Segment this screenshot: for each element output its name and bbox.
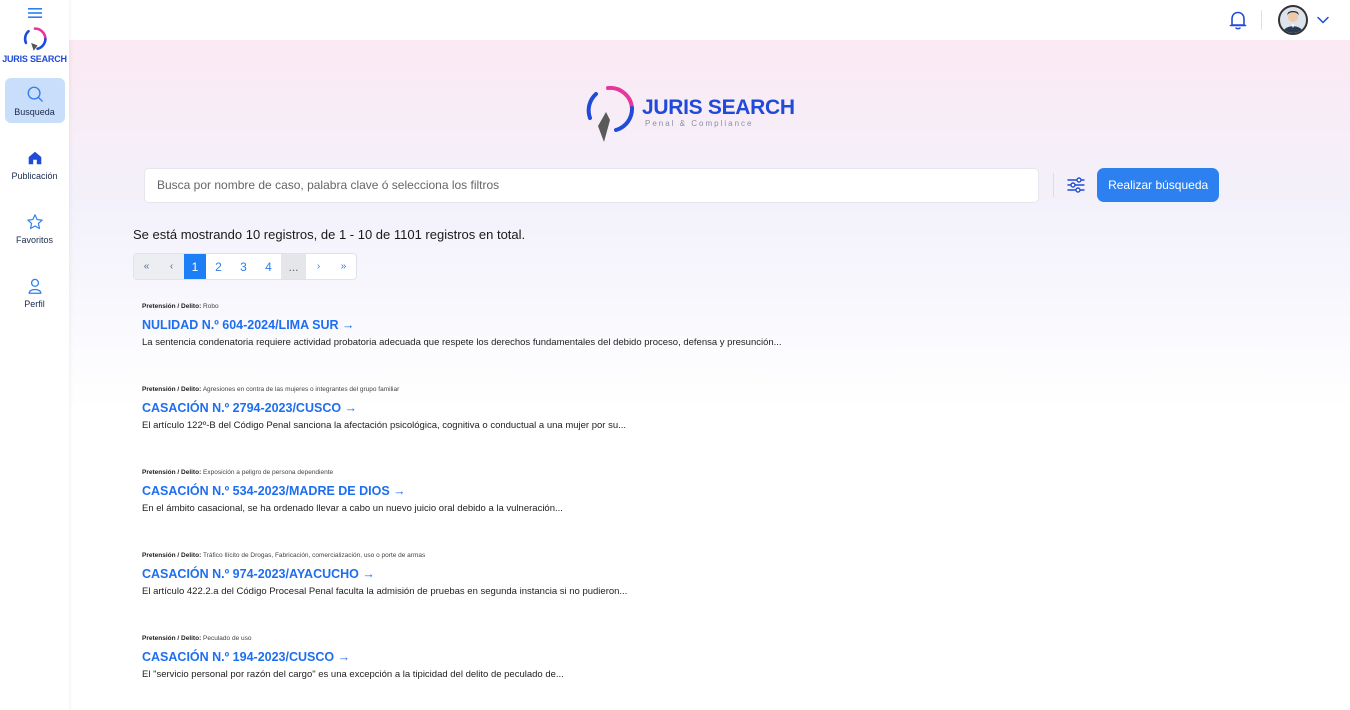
home-icon bbox=[28, 151, 41, 164]
sidebar-item-publicacion[interactable]: Publicación bbox=[5, 142, 65, 187]
sidebar-item-label: Publicación bbox=[11, 170, 58, 181]
pagination: « ‹ 1 2 3 4 ... › » bbox=[133, 253, 357, 280]
result-meta: Pretensión / Delito: Agresiones en contr… bbox=[142, 386, 1042, 393]
avatar-person-icon bbox=[1283, 11, 1303, 33]
result-description: El artículo 422.2.a del Código Procesal … bbox=[142, 586, 628, 597]
result-meta-label: Pretensión / Delito: bbox=[142, 303, 202, 310]
page-prev-button[interactable]: ‹ bbox=[159, 254, 184, 279]
page-button-1[interactable]: 1 bbox=[184, 254, 206, 279]
results-summary: Se está mostrando 10 registros, de 1 - 1… bbox=[133, 227, 526, 242]
arrow-right-icon: → bbox=[389, 484, 406, 498]
page-next-button[interactable]: › bbox=[306, 254, 331, 279]
sidebar-item-favoritos[interactable]: Favoritos bbox=[5, 206, 65, 251]
result-meta-label: Pretensión / Delito: bbox=[142, 552, 202, 559]
result-title: CASACIÓN N.º 974-2023/AYACUCHO bbox=[142, 567, 359, 581]
sidebar-item-busqueda[interactable]: Busqueda bbox=[4, 78, 65, 123]
results-list: Pretensión / Delito: Robo NULIDAD N.º 60… bbox=[142, 303, 1042, 710]
top-header bbox=[69, 0, 1350, 40]
arrow-right-icon: → bbox=[358, 567, 375, 581]
arrow-right-icon: → bbox=[338, 318, 355, 332]
hero-logo: JURIS SEARCH Penal & Compliance bbox=[584, 82, 795, 146]
result-title: CASACIÓN N.º 534-2023/MADRE DE DIOS bbox=[142, 484, 390, 498]
page-button-4[interactable]: 4 bbox=[256, 254, 281, 279]
result-title-link[interactable]: CASACIÓN N.º 974-2023/AYACUCHO → bbox=[142, 567, 1042, 581]
sidebar-logo[interactable]: JURIS SEARCH bbox=[2, 26, 67, 64]
search-separator bbox=[1053, 173, 1055, 197]
page-button-3[interactable]: 3 bbox=[231, 254, 256, 279]
filter-sliders-icon[interactable] bbox=[1066, 175, 1086, 195]
list-item: Pretensión / Delito: Peculado de uso CAS… bbox=[142, 635, 1042, 710]
user-icon bbox=[28, 278, 41, 294]
page-ellipsis: ... bbox=[281, 254, 306, 279]
search-icon bbox=[27, 86, 43, 102]
result-meta-label: Pretensión / Delito: bbox=[142, 469, 202, 476]
search-button[interactable]: Realizar búsqueda bbox=[1097, 168, 1220, 202]
sidebar: JURIS SEARCH Busqueda Publicación Favori… bbox=[0, 0, 69, 710]
result-meta-label: Pretensión / Delito: bbox=[142, 386, 202, 393]
bell-icon[interactable] bbox=[1227, 9, 1249, 31]
result-description: En el ámbito casacional, se ha ordenado … bbox=[142, 503, 563, 514]
arrow-right-icon: → bbox=[341, 401, 358, 415]
list-item: Pretensión / Delito: Agresiones en contr… bbox=[142, 386, 1042, 469]
page-first-button[interactable]: « bbox=[134, 254, 159, 279]
header-divider bbox=[1261, 10, 1262, 30]
juris-search-logo-icon bbox=[23, 27, 47, 51]
result-title-link[interactable]: CASACIÓN N.º 534-2023/MADRE DE DIOS → bbox=[142, 484, 1042, 498]
result-title-link[interactable]: NULIDAD N.º 604-2024/LIMA SUR → bbox=[142, 318, 1042, 332]
hamburger-menu-icon[interactable] bbox=[27, 6, 43, 20]
list-item: Pretensión / Delito: Tráfico Ilícito de … bbox=[142, 552, 1042, 635]
main-content: JURIS SEARCH Penal & Compliance Realizar… bbox=[69, 40, 1350, 710]
result-meta-value: Agresiones en contra de las mujeres o in… bbox=[202, 386, 400, 393]
juris-search-logo-icon bbox=[586, 85, 634, 142]
chevron-down-icon[interactable] bbox=[1316, 13, 1330, 27]
result-meta: Pretensión / Delito: Peculado de uso bbox=[142, 635, 1042, 642]
result-meta-value: Robo bbox=[203, 303, 219, 310]
sidebar-item-label: Busqueda bbox=[14, 106, 55, 117]
result-meta: Pretensión / Delito: Robo bbox=[142, 303, 1042, 310]
list-item: Pretensión / Delito: Robo NULIDAD N.º 60… bbox=[142, 303, 1042, 386]
search-input[interactable] bbox=[144, 167, 1040, 203]
result-title: NULIDAD N.º 604-2024/LIMA SUR bbox=[142, 318, 339, 332]
result-description: El artículo 122º-B del Código Penal sanc… bbox=[142, 420, 627, 431]
list-item: Pretensión / Delito: Exposición a peligr… bbox=[142, 469, 1042, 552]
sidebar-logo-text: JURIS SEARCH bbox=[2, 54, 67, 64]
result-meta-value: Peculado de uso bbox=[203, 635, 252, 642]
result-meta-value: Tráfico Ilícito de Drogas, Fabricación, … bbox=[202, 552, 426, 559]
page-button-2[interactable]: 2 bbox=[206, 254, 231, 279]
result-description: La sentencia condenatoria requiere activ… bbox=[142, 337, 782, 348]
arrow-right-icon: → bbox=[334, 650, 351, 664]
result-meta: Pretensión / Delito: Exposición a peligr… bbox=[142, 469, 1042, 476]
sidebar-item-label: Favoritos bbox=[15, 234, 53, 245]
hero-subtitle: Penal & Compliance bbox=[645, 118, 754, 128]
star-icon bbox=[26, 213, 43, 229]
result-title-link[interactable]: CASACIÓN N.º 2794-2023/CUSCO → bbox=[142, 401, 1042, 415]
result-title: CASACIÓN N.º 194-2023/CUSCO bbox=[142, 650, 335, 664]
result-title: CASACIÓN N.º 2794-2023/CUSCO bbox=[142, 401, 342, 415]
result-meta-label: Pretensión / Delito: bbox=[142, 635, 202, 642]
result-title-link[interactable]: CASACIÓN N.º 194-2023/CUSCO → bbox=[142, 650, 1042, 664]
sidebar-item-perfil[interactable]: Perfil bbox=[5, 270, 65, 315]
avatar[interactable] bbox=[1278, 5, 1308, 35]
result-meta: Pretensión / Delito: Tráfico Ilícito de … bbox=[142, 552, 1042, 559]
hero-title: JURIS SEARCH bbox=[642, 95, 795, 119]
sidebar-item-label: Perfil bbox=[24, 298, 45, 309]
result-meta-value: Exposición a peligro de persona dependie… bbox=[203, 469, 334, 476]
result-description: El "servicio personal por razón del carg… bbox=[142, 669, 564, 680]
page-last-button[interactable]: » bbox=[331, 254, 356, 279]
search-bar: Realizar búsqueda bbox=[144, 167, 1220, 203]
